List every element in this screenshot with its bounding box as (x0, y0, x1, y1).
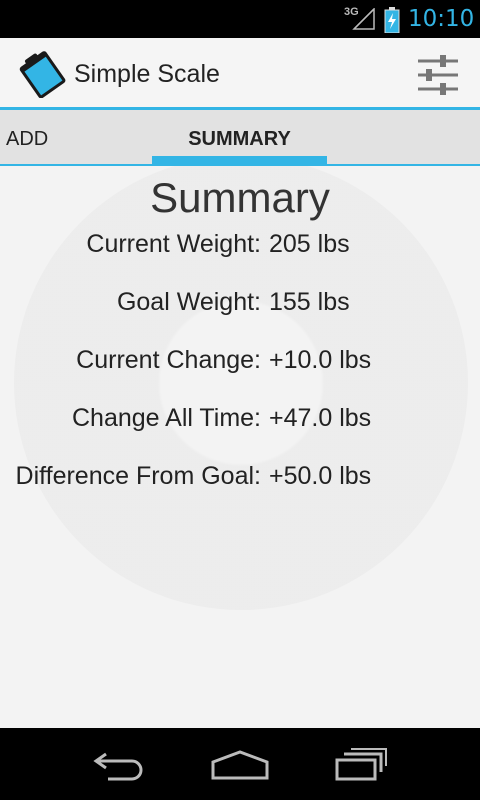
tab-selected-indicator (152, 156, 327, 164)
navigation-bar (0, 728, 480, 800)
stat-row-change-all-time: Change All Time: +47.0 lbs (0, 404, 480, 436)
stat-row-current-change: Current Change: +10.0 lbs (0, 346, 480, 378)
recents-icon[interactable] (334, 748, 388, 782)
stat-label: Current Change: (76, 346, 261, 374)
back-icon[interactable] (92, 748, 148, 782)
stat-row-current-weight: Current Weight: 205 lbs (0, 230, 480, 262)
signal-icon (352, 8, 375, 30)
stat-label: Change All Time: (72, 404, 261, 432)
sliders-icon[interactable] (416, 55, 460, 95)
home-icon[interactable] (210, 748, 270, 782)
tab-summary[interactable]: SUMMARY (152, 110, 327, 164)
stat-value: +47.0 lbs (269, 404, 372, 432)
stat-value: +50.0 lbs (269, 462, 372, 490)
action-bar: Simple Scale (0, 38, 480, 110)
tab-summary-label: SUMMARY (188, 128, 291, 150)
stat-label: Difference From Goal: (15, 462, 261, 490)
stat-value: +10.0 lbs (269, 346, 372, 374)
app-title: Simple Scale (74, 60, 220, 88)
clipboard-icon (19, 51, 66, 98)
stat-row-difference-from-goal: Difference From Goal: +50.0 lbs (0, 462, 480, 494)
status-clock: 10:10 (408, 6, 475, 32)
tab-add-label: ADD (6, 128, 49, 150)
summary-panel: Summary Current Weight: 205 lbs Goal Wei… (0, 166, 480, 728)
battery-charging-icon (384, 7, 400, 33)
tab-bar: ADD SUMMARY (0, 110, 480, 166)
stat-value: 155 lbs (269, 288, 350, 316)
stat-label: Current Weight: (86, 230, 261, 258)
stat-row-goal-weight: Goal Weight: 155 lbs (0, 288, 480, 320)
stat-value: 205 lbs (269, 230, 350, 258)
stat-label: Goal Weight: (116, 288, 261, 316)
tab-add[interactable]: ADD (6, 110, 126, 164)
status-bar: 3G 10:10 (0, 0, 480, 38)
summary-heading: Summary (150, 174, 330, 221)
